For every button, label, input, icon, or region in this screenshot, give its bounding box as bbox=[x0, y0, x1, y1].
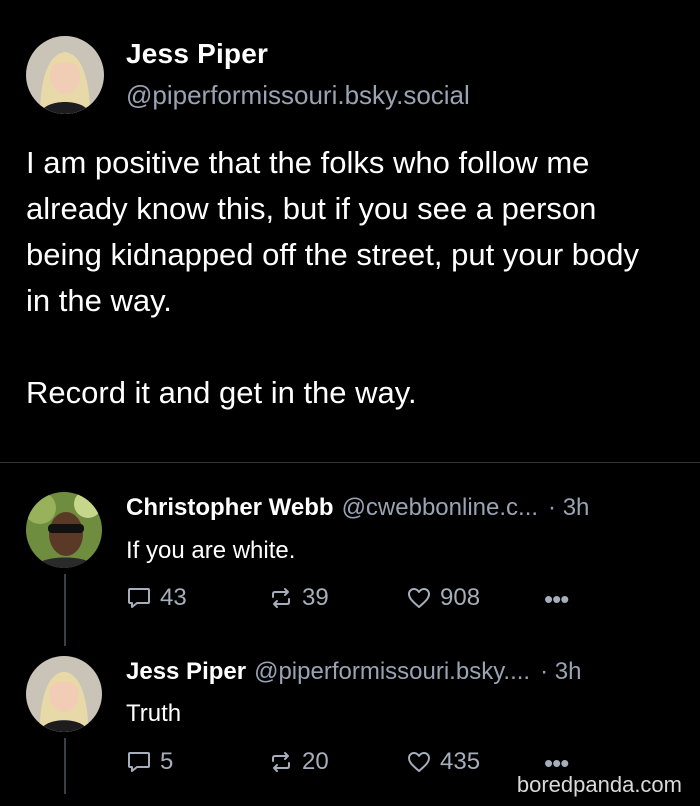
reply-actions: 43 39 908 ••• bbox=[126, 584, 606, 614]
heart-icon bbox=[408, 752, 430, 772]
speech-bubble-icon bbox=[128, 752, 150, 772]
like-count: 435 bbox=[440, 748, 481, 775]
comment-count: 5 bbox=[160, 748, 174, 775]
ellipsis-icon[interactable]: ••• bbox=[544, 584, 569, 615]
reply-author-name[interactable]: Christopher Webb bbox=[126, 494, 334, 521]
author-handle[interactable]: @piperformissouri.bsky.social bbox=[126, 80, 470, 111]
reply-header: Jess Piper @piperformissouri.bsky.... · 3h bbox=[126, 658, 581, 686]
like-button[interactable]: 435 bbox=[406, 748, 480, 776]
comment-count: 43 bbox=[160, 584, 187, 611]
speech-bubble-icon bbox=[128, 588, 150, 608]
post-body: I am positive that the folks who follow … bbox=[26, 145, 639, 410]
reply-author-name[interactable]: Jess Piper bbox=[126, 658, 246, 685]
reply-text: Truth bbox=[126, 700, 182, 727]
repost-count: 20 bbox=[302, 748, 329, 775]
thread-line bbox=[64, 574, 66, 646]
reply-timestamp[interactable]: · 3h bbox=[540, 658, 581, 685]
author-name[interactable]: Jess Piper bbox=[126, 38, 268, 70]
thread-line bbox=[64, 738, 66, 794]
heart-icon bbox=[408, 588, 430, 608]
like-button[interactable]: 908 bbox=[406, 584, 480, 612]
divider bbox=[0, 462, 700, 463]
reply-author-handle[interactable]: @cwebbonline.c... bbox=[342, 494, 538, 521]
watermark: boredpanda.com bbox=[516, 772, 682, 797]
comment-button[interactable]: 5 bbox=[126, 748, 173, 776]
repost-button[interactable]: 39 bbox=[268, 584, 329, 612]
reply-timestamp[interactable]: · 3h bbox=[548, 494, 589, 521]
reply-author-handle[interactable]: @piperformissouri.bsky.... bbox=[254, 658, 530, 685]
reply-header: Christopher Webb @cwebbonline.c... · 3h bbox=[126, 494, 589, 522]
avatar[interactable] bbox=[26, 36, 104, 114]
like-count: 908 bbox=[440, 584, 481, 611]
reply-text: If you are white. bbox=[126, 537, 296, 564]
main-post: Jess Piper @piperformissouri.bsky.social… bbox=[0, 0, 700, 462]
repost-button[interactable]: 20 bbox=[268, 748, 329, 776]
repost-arrows-icon bbox=[272, 752, 290, 772]
avatar[interactable] bbox=[26, 492, 102, 568]
repost-count: 39 bbox=[302, 584, 329, 611]
repost-arrows-icon bbox=[272, 588, 290, 608]
comment-button[interactable]: 43 bbox=[126, 584, 187, 612]
avatar[interactable] bbox=[26, 656, 102, 732]
